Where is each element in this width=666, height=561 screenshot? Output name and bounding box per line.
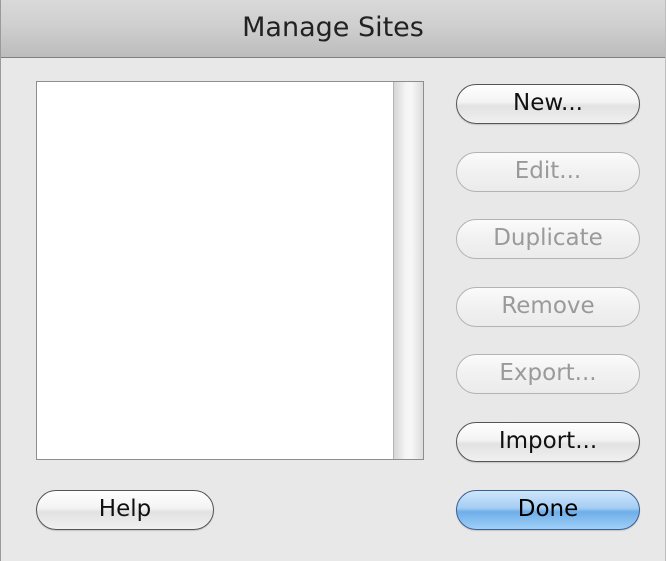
manage-sites-dialog: Manage Sites New... Edit... Duplicate Re… (0, 0, 666, 561)
edit-button[interactable]: Edit... (456, 152, 640, 192)
sites-list[interactable] (36, 81, 424, 460)
export-button[interactable]: Export... (456, 354, 640, 394)
sites-list-scrollbar[interactable] (393, 82, 423, 459)
sites-list-area[interactable] (37, 82, 393, 459)
duplicate-button[interactable]: Duplicate (456, 219, 640, 259)
new-button[interactable]: New... (456, 84, 640, 124)
remove-button[interactable]: Remove (456, 287, 640, 327)
title-bar[interactable]: Manage Sites (1, 0, 665, 58)
import-button[interactable]: Import... (456, 422, 640, 462)
help-button[interactable]: Help (36, 490, 214, 530)
dialog-title: Manage Sites (242, 12, 424, 43)
done-button[interactable]: Done (456, 490, 640, 530)
